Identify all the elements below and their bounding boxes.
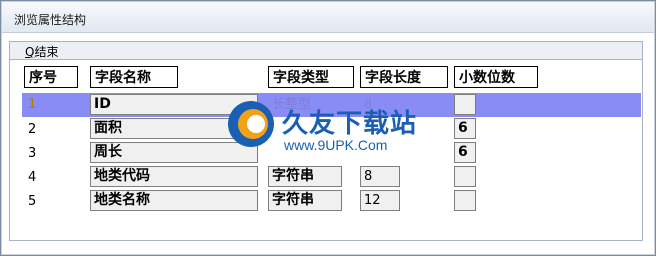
decimals-cell[interactable] [454,94,476,115]
row-number: 1 [28,97,37,112]
header-field-name: 字段名称 [90,66,178,88]
decimals-cell[interactable] [454,190,476,211]
title-bar[interactable]: 浏览属性结构 [2,2,654,33]
header-field-length: 字段长度 [360,66,448,88]
menu-bar: Q结束 [9,41,643,60]
header-index: 序号 [24,66,78,88]
dialog-window: 浏览属性结构 Q结束 序号 字段名称 字段类型 字段长度 小数位数 1 ID 长… [0,0,656,256]
watermark-brand: 久友下载站 [282,109,418,139]
row-number: 2 [28,122,37,137]
row-number: 3 [28,146,37,161]
watermark-swirl-icon [228,101,274,147]
decimals-cell[interactable]: 6 [454,142,476,163]
decimals-cell[interactable]: 6 [454,118,476,139]
decimals-cell[interactable] [454,166,476,187]
row-number: 4 [28,170,37,185]
field-type-cell[interactable]: 字符串 [268,190,342,211]
header-decimals: 小数位数 [454,66,538,88]
field-name-cell[interactable]: 地类名称 [90,190,258,211]
field-length-cell[interactable]: 12 [360,190,400,211]
menu-item-exit[interactable]: Q结束 [25,43,58,60]
watermark-url: www.9UPK.Com [284,137,388,153]
header-field-type: 字段类型 [268,66,354,88]
row-number: 5 [28,194,37,209]
watermark-logo: 久友下载站 www.9UPK.Com [226,97,446,171]
menu-label: 结束 [34,45,59,59]
window-title: 浏览属性结构 [14,13,87,27]
